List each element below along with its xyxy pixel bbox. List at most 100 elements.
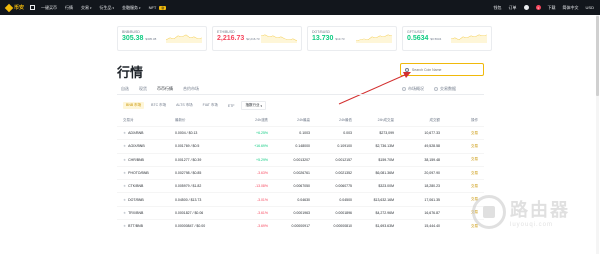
subtab-alts-market[interactable]: ALTS 市场 xyxy=(173,102,195,109)
market-right-links: 市场概况 交易数据 xyxy=(402,86,456,92)
subtab-btc-market[interactable]: BTC 市场 xyxy=(148,102,169,109)
pair-label: AGIX/BNB xyxy=(128,144,145,149)
nav-item-trade[interactable]: 交易 ▾ xyxy=(81,5,92,11)
watermark-cn: 路由器 xyxy=(510,200,570,220)
header-action: 操作 xyxy=(471,118,478,122)
table-row[interactable]: ★ BTT/BNB 0.00000847 / $0.00 -3.69% 0.000009… xyxy=(117,219,484,232)
language-selector[interactable]: 简体中文 xyxy=(563,5,579,11)
star-icon[interactable]: ★ xyxy=(123,224,126,228)
tabs-divider xyxy=(117,94,484,95)
change-cell: -3.69% xyxy=(256,224,268,229)
table-row[interactable]: ★ TRX/BNB 0.0001827 / $0.06 -3.61% 0.0001963… xyxy=(117,205,484,219)
pair-label: CTK/BNB xyxy=(128,184,144,189)
pair-label: CHR/BNB xyxy=(128,157,144,162)
ticker-card[interactable]: GFT/USDT 0.5634 $0.5634 xyxy=(402,26,492,51)
star-icon[interactable]: ★ xyxy=(123,211,126,215)
wallet-menu[interactable]: 钱包 xyxy=(494,5,502,11)
star-icon[interactable]: ★ xyxy=(123,184,126,188)
notification-icon[interactable]: 1 xyxy=(535,5,541,10)
ticker-card[interactable]: DOT/BUSD 13.730 $13.73 xyxy=(307,26,397,51)
star-icon[interactable]: ★ xyxy=(123,131,126,135)
table-header: 交易对 最新价 24h涨跌 24h最高 24h最低 24h成交量 成交额 操作 xyxy=(117,115,484,126)
header-volume[interactable]: 24h成交量 xyxy=(352,118,394,123)
header-low[interactable]: 24h最低 xyxy=(310,118,352,123)
subtab-fiat-market[interactable]: FIAT 市场 xyxy=(200,102,221,109)
volume-cell: $2,736.13M xyxy=(375,144,395,149)
ticker-card[interactable]: BNB/BUSD 305.38 $305.38 xyxy=(117,26,207,51)
chevron-down-icon: ▾ xyxy=(139,5,141,10)
trading-data-link[interactable]: 交易数据 xyxy=(434,86,456,92)
high-cell: 0.1003 xyxy=(299,131,310,136)
sparkline-chart xyxy=(451,34,487,43)
brand-name: 币安 xyxy=(14,5,25,11)
volume-cell: $13,632.16M xyxy=(373,197,394,202)
market-overview-link[interactable]: 市场概况 xyxy=(402,86,424,92)
nav-item-derivatives-label: 衍生品 xyxy=(99,4,112,10)
low-cell: 0.04500 xyxy=(339,197,352,202)
page-title: 行情 xyxy=(117,65,144,80)
currency-selector[interactable]: USD xyxy=(586,5,594,10)
trade-button[interactable]: 交易 xyxy=(440,131,484,136)
trade-button[interactable]: 交易 xyxy=(440,144,484,149)
price-cell: 0.04500 / $13.73 xyxy=(175,197,202,202)
ticker-card[interactable]: ETH/BUSD 2,216.73 $2,216.73 xyxy=(212,26,302,51)
binance-logo-icon xyxy=(4,3,14,12)
high-cell: 0.04630 xyxy=(297,197,310,202)
star-icon[interactable]: ★ xyxy=(123,144,126,148)
orders-menu[interactable]: 订单 xyxy=(509,5,517,11)
table-row[interactable]: ★ ADX/BNB 0.0004 / $0.13 +6.25% 0.1003 0.003 $… xyxy=(117,126,484,139)
header-price[interactable]: 最新价 xyxy=(175,118,230,123)
brand-logo[interactable]: 币安 xyxy=(4,3,25,12)
change-cell: +16.69% xyxy=(254,144,268,149)
download-link[interactable]: 下载 xyxy=(548,5,556,11)
scrollbar-thumb[interactable] xyxy=(596,16,599,96)
subtab-etf[interactable]: ETF xyxy=(225,103,238,109)
watermark-text: 路由器 luyouqi.com xyxy=(510,196,570,228)
lock-icon xyxy=(483,206,495,218)
ticker-price-usd: $13.73 xyxy=(335,37,345,41)
market-table: 交易对 最新价 24h涨跌 24h最高 24h最低 24h成交量 成交额 操作 … xyxy=(117,115,484,232)
trade-button[interactable]: 交易 xyxy=(440,157,484,162)
volume-cell: $323.00M xyxy=(378,184,394,189)
nav-item-markets[interactable]: 行情 xyxy=(65,5,73,11)
star-icon[interactable]: ★ xyxy=(123,158,126,162)
high-cell: 0.0013207 xyxy=(293,157,310,162)
pair-cell: ★ PHOTO/BNB xyxy=(117,171,175,175)
nav-item-buy-crypto[interactable]: 一键买币 xyxy=(41,5,57,11)
ticker-price-usd: $0.5634 xyxy=(430,37,442,41)
search-input[interactable] xyxy=(411,67,479,72)
sparkline-chart xyxy=(356,34,392,43)
header-turnover[interactable]: 成交额 xyxy=(394,118,441,123)
table-row[interactable]: ★ PHOTO/BNB 0.002798 / $0.85 -3.63% 0.002676… xyxy=(117,165,484,179)
turnover-cell: 18,280.23 xyxy=(424,184,440,189)
table-row[interactable]: ★ AGIX/BNB 0.001769 / $0.5 +16.69% 0.148000 0… xyxy=(117,139,484,152)
star-icon[interactable]: ★ xyxy=(123,198,126,202)
pair-label: PHOTO/BNB xyxy=(128,171,149,176)
user-avatar-icon[interactable] xyxy=(523,5,529,10)
header-high[interactable]: 24h最高 xyxy=(268,118,310,123)
ticker-price-value: 2,216.73 xyxy=(217,35,245,42)
nav-item-derivatives[interactable]: 衍生品 ▾ xyxy=(100,5,115,11)
header-pair[interactable]: 交易对 xyxy=(117,118,175,123)
apps-grid-icon[interactable] xyxy=(30,5,36,10)
table-row[interactable]: ★ CHR/BNB 0.001277 / $0.39 +5.29% 0.0013207 0… xyxy=(117,152,484,166)
low-cell: 0.0001896 xyxy=(335,210,352,215)
nav-item-nft[interactable]: NFT 新 xyxy=(149,5,167,10)
subtab-bnb-market[interactable]: BNB 市场 xyxy=(123,102,145,109)
trade-button[interactable]: 交易 xyxy=(440,171,484,176)
table-row[interactable]: ★ DOT/BNB 0.04500 / $13.73 -3.01% 0.04630 0.0… xyxy=(117,192,484,205)
table-row[interactable]: ★ CTK/BNB 0.005979 / $1.82 -13.08% 0.0067050… xyxy=(117,179,484,192)
turnover-cell: 20,097.90 xyxy=(424,171,440,176)
turnover-cell: 38,159.48 xyxy=(424,157,440,162)
pair-cell: ★ AGIX/BNB xyxy=(117,144,175,148)
nav-item-finance[interactable]: 金融服务 ▾ xyxy=(122,5,141,11)
ticker-price-usd: $2,216.73 xyxy=(246,37,260,41)
chevron-down-icon: ▾ xyxy=(112,5,115,10)
low-cell: 0.003 xyxy=(343,131,352,136)
turnover-cell: 10,677.33 xyxy=(424,131,440,136)
turnover-cell: 17,061.35 xyxy=(424,197,440,202)
header-change[interactable]: 24h涨跌 xyxy=(230,118,268,123)
star-icon[interactable]: ★ xyxy=(123,171,126,175)
subtab-index-sector[interactable]: 指数行业 ▾ xyxy=(241,101,266,110)
ticker-price-value: 305.38 xyxy=(122,35,144,42)
